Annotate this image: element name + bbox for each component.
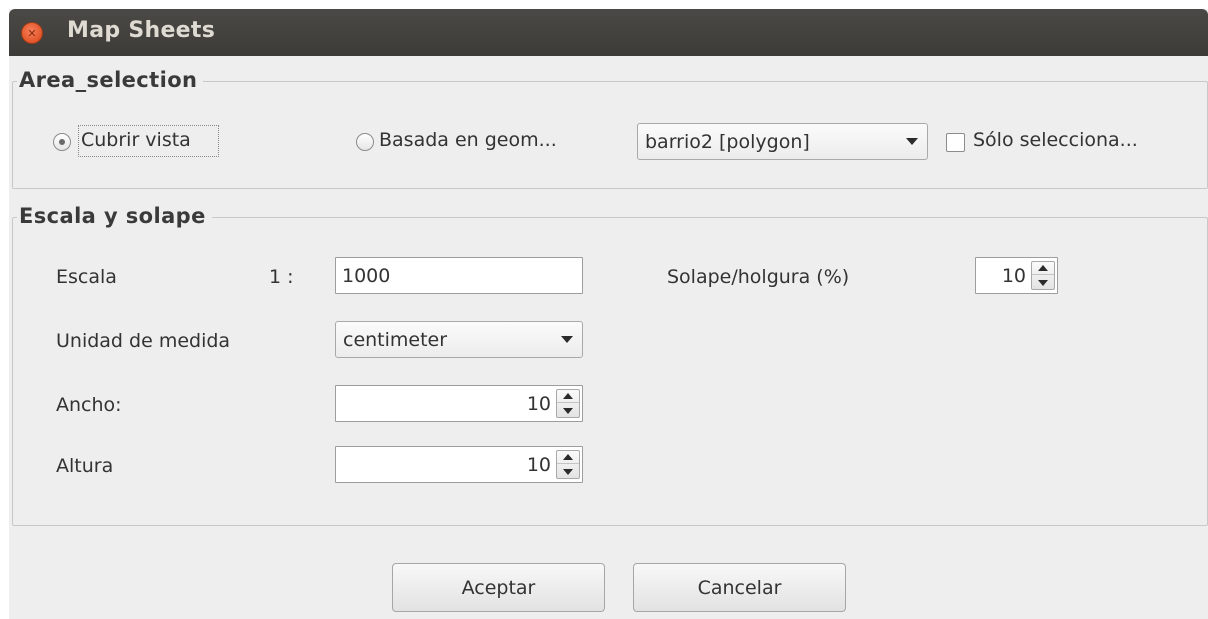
only-selected-label[interactable]: Sólo selecciona...: [973, 129, 1138, 151]
area-selection-legend: Area_selection: [17, 68, 204, 92]
title-bar[interactable]: ✕ Map Sheets: [9, 9, 1208, 56]
arrow-down-icon: [1038, 279, 1048, 286]
map-sheets-dialog: ✕ Map Sheets Area_selection Cubrir vista…: [9, 9, 1208, 619]
scale-overlap-legend: Escala y solape: [17, 204, 212, 228]
width-spinner[interactable]: 10: [335, 385, 583, 422]
height-spinner[interactable]: 10: [335, 446, 583, 483]
height-increment-button[interactable]: [557, 451, 579, 464]
geometry-based-label[interactable]: Basada en geom...: [379, 129, 557, 151]
height-spin-buttons: [556, 450, 580, 479]
arrow-down-icon: [563, 468, 573, 475]
height-value: 10: [526, 454, 551, 476]
height-label: Altura: [56, 455, 114, 477]
arrow-up-icon: [563, 393, 573, 399]
scale-prefix: 1 :: [269, 266, 294, 288]
scale-input[interactable]: 1000: [335, 257, 583, 294]
scale-input-value: 1000: [342, 265, 391, 287]
geometry-based-radio[interactable]: [356, 133, 374, 151]
arrow-up-icon: [563, 454, 573, 460]
arrow-up-icon: [1038, 265, 1048, 271]
close-icon: ✕: [27, 26, 37, 40]
width-value: 10: [526, 393, 551, 415]
cancel-button[interactable]: Cancelar: [633, 563, 846, 612]
width-label: Ancho:: [56, 394, 122, 416]
window-title: Map Sheets: [67, 18, 216, 43]
only-selected-checkbox[interactable]: [946, 133, 965, 152]
overlap-decrement-button[interactable]: [1032, 276, 1054, 289]
overlap-spin-buttons: [1031, 261, 1055, 290]
width-increment-button[interactable]: [557, 390, 579, 403]
layer-select-value: barrio2 [polygon]: [645, 131, 810, 153]
overlap-spinner[interactable]: 10: [975, 257, 1058, 294]
cover-view-radio[interactable]: [53, 133, 71, 151]
height-decrement-button[interactable]: [557, 465, 579, 478]
scale-label: Escala: [56, 266, 117, 288]
cover-view-label[interactable]: Cubrir vista: [81, 129, 191, 151]
overlap-increment-button[interactable]: [1032, 262, 1054, 275]
unit-select-value: centimeter: [343, 329, 448, 351]
unit-select[interactable]: centimeter: [335, 321, 583, 358]
layer-select[interactable]: barrio2 [polygon]: [637, 123, 928, 160]
overlap-label: Solape/holgura (%): [667, 266, 850, 288]
arrow-down-icon: [563, 407, 573, 414]
width-decrement-button[interactable]: [557, 404, 579, 417]
chevron-down-icon: [906, 138, 918, 145]
unit-label: Unidad de medida: [56, 330, 231, 352]
overlap-value: 10: [1001, 265, 1026, 287]
width-spin-buttons: [556, 389, 580, 418]
accept-button[interactable]: Aceptar: [392, 563, 605, 612]
close-window-button[interactable]: ✕: [21, 22, 43, 44]
chevron-down-icon: [561, 336, 573, 343]
